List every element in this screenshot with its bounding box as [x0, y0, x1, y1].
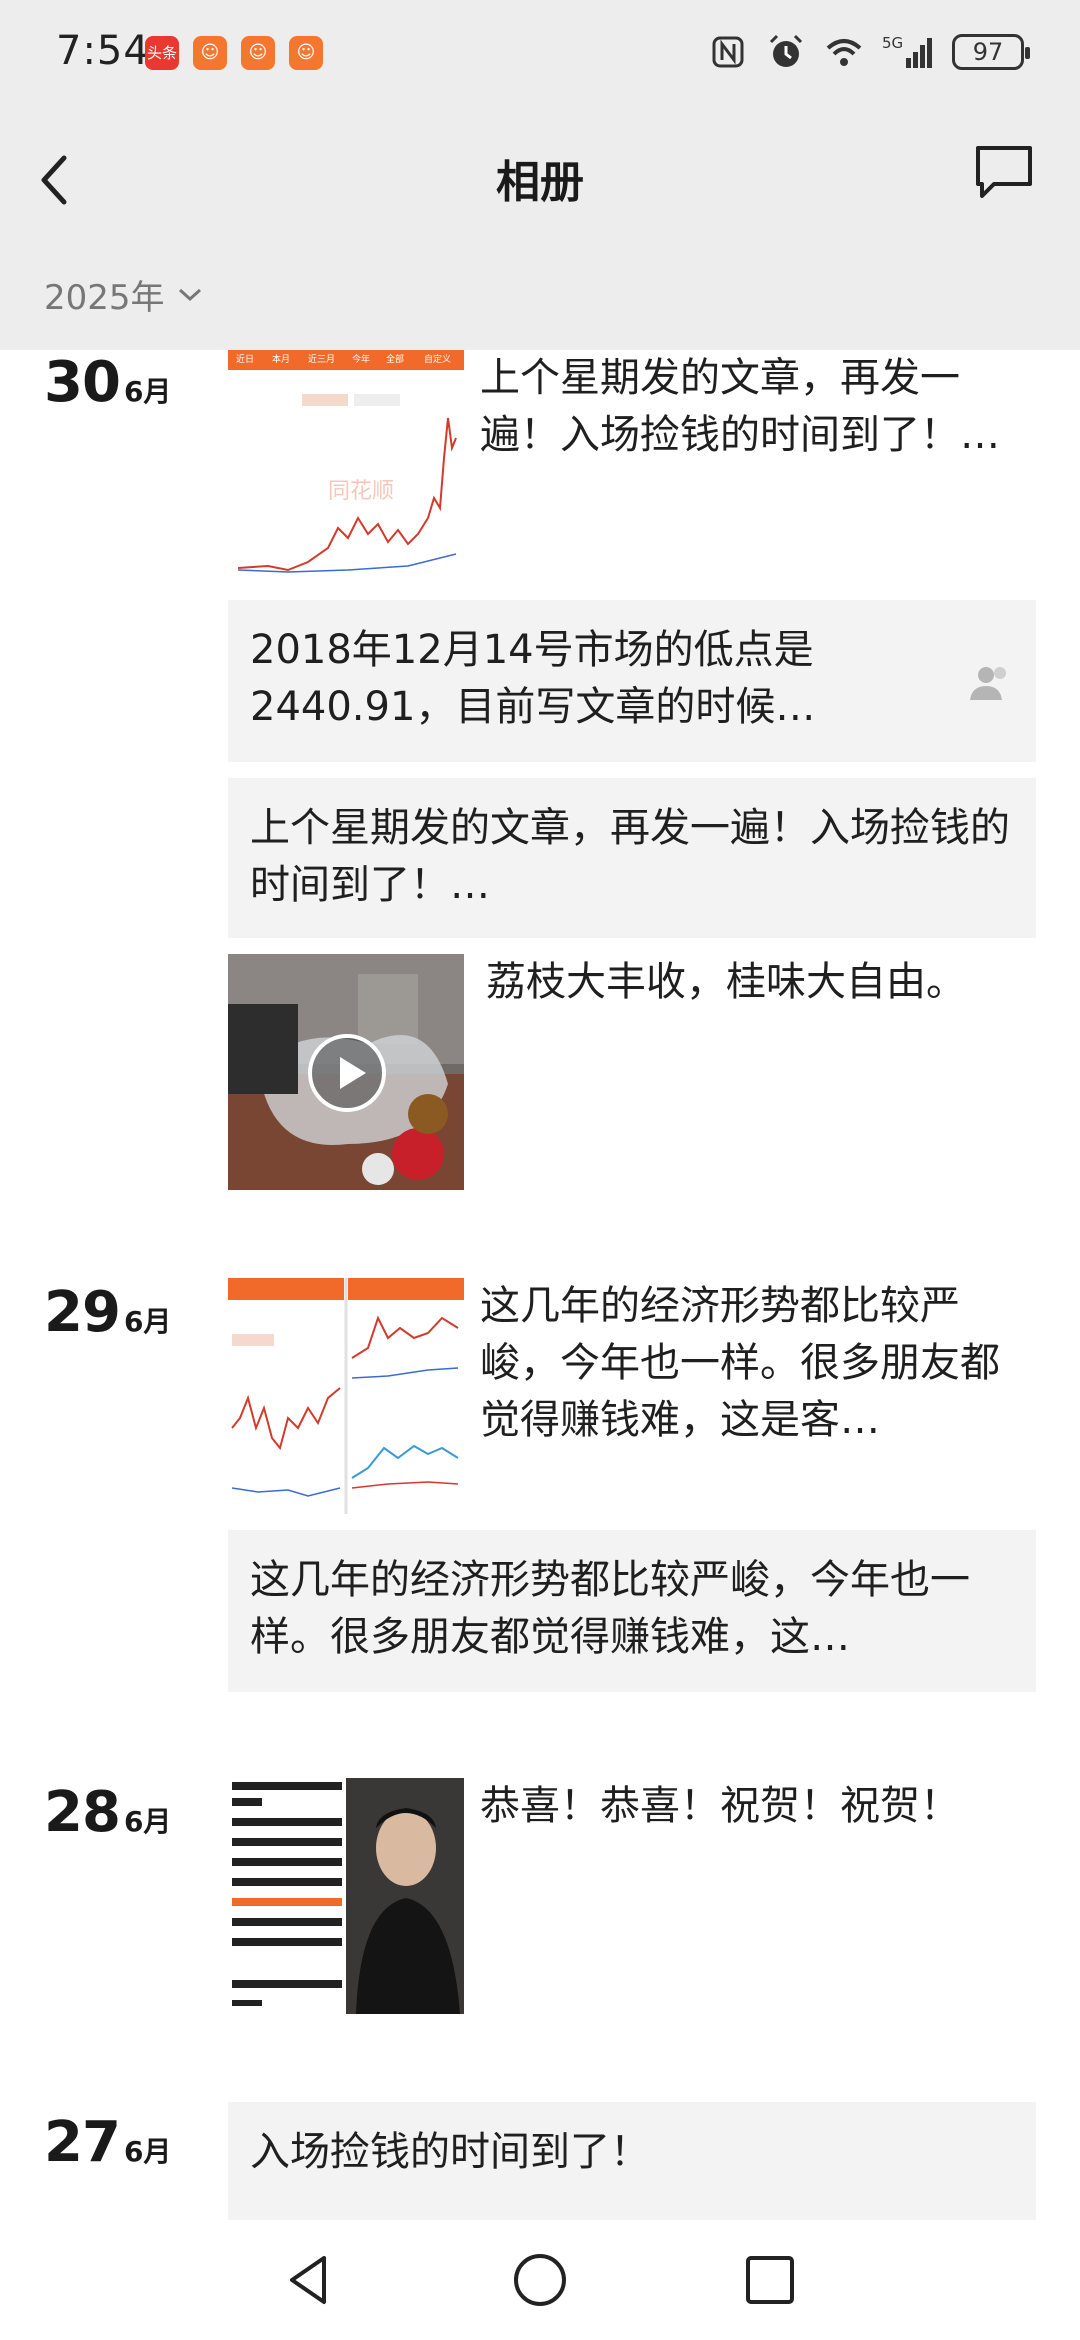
signal-icon: 5G	[882, 34, 932, 68]
wifi-icon	[826, 39, 862, 66]
app-notification-icon: ☺	[241, 36, 275, 70]
private-icon	[970, 667, 1006, 700]
chevron-down-icon	[178, 288, 201, 301]
post-caption: 2018年12月14号市场的低点是2440.91，目前写文章的时候…	[250, 627, 816, 730]
svg-text:近日: 近日	[236, 353, 254, 365]
year-selector[interactable]: 2025年	[44, 270, 203, 319]
toutiao-app-icon: 头条	[145, 36, 179, 70]
app-notification-icon: ☺	[289, 36, 323, 70]
date-label: 29 6月	[44, 1280, 172, 1345]
network-type: 5G	[882, 34, 903, 52]
page-title: 相册	[496, 157, 584, 208]
post-thumbnail[interactable]: 近日 本月 近三月 今年 全部 自定义 同花顺	[228, 350, 464, 582]
post-caption: 入场捡钱的时间到了！	[250, 2129, 650, 2175]
svg-text:今年: 今年	[352, 353, 370, 365]
battery-indicator: 97	[952, 34, 1030, 70]
post-caption: 上个星期发的文章，再发一遍！入场捡钱的时间到了！…	[250, 805, 1010, 908]
stock-charts-image	[228, 1278, 464, 1514]
date-label: 27 6月	[44, 2110, 172, 2175]
video-thumbnail[interactable]	[228, 954, 464, 1190]
status-time: 7:54	[56, 28, 150, 74]
text-post-card[interactable]: 入场捡钱的时间到了！	[228, 2102, 1036, 2220]
poster-image	[228, 1778, 464, 2014]
date-label: 28 6月	[44, 1780, 172, 1845]
svg-text:同花顺: 同花顺	[328, 479, 394, 504]
post-thumbnail[interactable]	[228, 1278, 464, 1514]
stock-chart-image: 近日 本月 近三月 今年 全部 自定义 同花顺	[228, 350, 464, 582]
moments-feed[interactable]: 30 6月 近日 本月 近三月 今年 全部 自定义 同花顺 上个星期发的文章，再发一遍！入场…	[0, 350, 1080, 2220]
post-caption[interactable]: 恭喜！恭喜！祝贺！祝贺！	[480, 1778, 1036, 1835]
svg-text:本月: 本月	[272, 353, 290, 365]
svg-text:全部: 全部	[386, 353, 404, 365]
year-label: 2025年	[44, 278, 165, 318]
post-caption: 这几年的经济形势都比较严峻，今年也一样。很多朋友都觉得赚钱难，这…	[250, 1557, 970, 1660]
system-nav-bar	[0, 2220, 1080, 2340]
app-notification-icon: ☺	[193, 36, 227, 70]
alarm-icon	[769, 34, 803, 67]
post-caption[interactable]: 荔枝大丰收，桂味大自由。	[486, 954, 1036, 1011]
text-post-card[interactable]: 上个星期发的文章，再发一遍！入场捡钱的时间到了！…	[228, 778, 1036, 938]
nav-home-icon[interactable]	[510, 2250, 570, 2310]
nav-recents-icon[interactable]	[740, 2250, 800, 2310]
text-post-card[interactable]: 2018年12月14号市场的低点是2440.91，目前写文章的时候…	[228, 600, 1036, 762]
post-thumbnail[interactable]	[228, 1778, 464, 2014]
nfc-icon	[712, 36, 744, 68]
svg-text:近三月: 近三月	[308, 353, 335, 365]
nav-back-icon[interactable]	[280, 2250, 340, 2310]
text-post-card[interactable]: 这几年的经济形势都比较严峻，今年也一样。很多朋友都觉得赚钱难，这…	[228, 1530, 1036, 1692]
play-icon[interactable]	[308, 1034, 386, 1112]
status-bar: 7:54 头条 ☺ ☺ ☺ 5G 97	[0, 0, 1080, 110]
message-icon[interactable]	[972, 140, 1036, 204]
svg-text:自定义: 自定义	[424, 353, 451, 365]
app-header: 相册 2025年	[0, 110, 1080, 350]
date-label: 30 6月	[44, 350, 172, 415]
post-caption[interactable]: 上个星期发的文章，再发一遍！入场捡钱的时间到了！…	[480, 350, 1036, 464]
post-caption[interactable]: 这几年的经济形势都比较严峻，今年也一样。很多朋友都觉得赚钱难，这是客…	[480, 1278, 1036, 1449]
